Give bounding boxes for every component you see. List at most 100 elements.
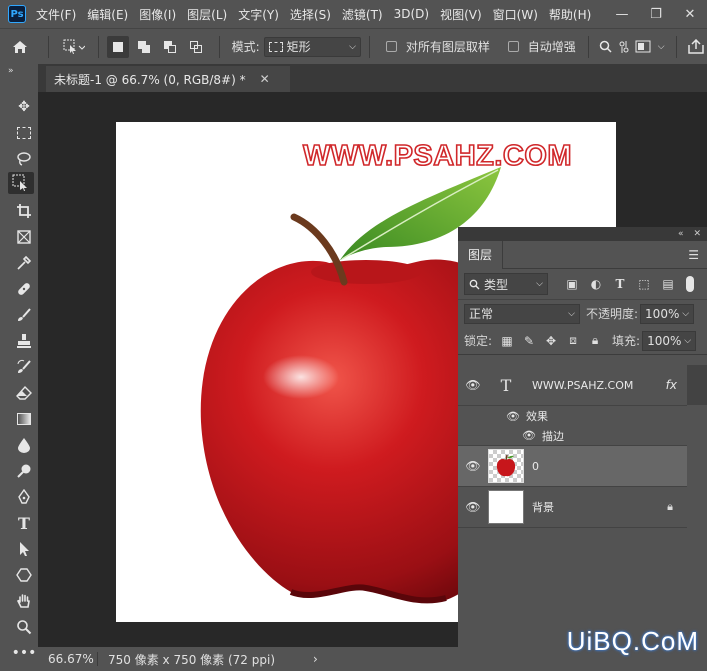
filter-shape-icon[interactable]: ⬚ (632, 277, 656, 291)
layers-tab[interactable]: 图层 (458, 240, 504, 269)
zoom-level[interactable]: 66.67% (38, 652, 98, 666)
layer-effect-stroke-row[interactable]: 👁︎ 描边 (458, 426, 687, 446)
zoom-tool-icon[interactable] (11, 616, 37, 638)
layer-thumbnail (488, 449, 524, 483)
eye-icon[interactable]: 👁︎ (458, 500, 488, 514)
menu-view[interactable]: 视图(V) (440, 6, 482, 23)
menu-select[interactable]: 选择(S) (290, 6, 331, 23)
frame-tool-icon[interactable] (11, 226, 37, 248)
filter-toggle-switch[interactable] (686, 276, 694, 292)
layer-row-image[interactable]: 👁︎ 0 (458, 446, 687, 487)
layer-effects-row[interactable]: 👁︎ 效果 (458, 406, 687, 426)
menu-edit[interactable]: 编辑(E) (87, 6, 128, 23)
close-tab-icon[interactable]: ✕ (260, 72, 270, 86)
layers-scrollbar-track[interactable] (687, 365, 707, 405)
filter-adjustment-icon[interactable]: ◐ (584, 277, 608, 291)
minimize-icon[interactable]: — (605, 7, 639, 22)
menu-help[interactable]: 帮助(H) (549, 6, 591, 23)
dodge-tool-icon[interactable] (11, 460, 37, 482)
panel-menu-icon[interactable]: ☰ (688, 248, 699, 262)
menu-image[interactable]: 图像(I) (139, 6, 176, 23)
layer-row-text[interactable]: 👁︎ T WWW.PSAHZ.COM fx (458, 365, 687, 406)
chevron-right-icon[interactable]: › (313, 652, 318, 666)
corner-site-watermark: UiBQ.CoM (566, 626, 699, 656)
eye-icon[interactable]: 👁︎ (458, 378, 488, 392)
menu-bar: Ps 文件(F) 编辑(E) 图像(I) 图层(L) 文字(Y) 选择(S) 滤… (0, 0, 707, 28)
hand-tool-icon[interactable] (11, 590, 37, 612)
fill-value: 100% (647, 333, 682, 348)
maximize-icon[interactable]: ❐ (639, 7, 673, 22)
blur-tool-icon[interactable] (11, 434, 37, 456)
eye-icon[interactable]: 👁︎ (458, 459, 488, 473)
shape-tool-icon[interactable] (11, 564, 37, 586)
menu-3d[interactable]: 3D(D) (394, 7, 429, 21)
menu-file[interactable]: 文件(F) (36, 6, 76, 23)
opacity-label: 不透明度: (586, 307, 639, 321)
chevron-down-icon: ⌵ (568, 308, 575, 319)
document-tab[interactable]: 未标题-1 @ 66.7% (0, RGB/8#) * ✕ (46, 66, 290, 92)
search-icon[interactable] (597, 40, 615, 53)
sample-all-layers-checkbox[interactable] (385, 41, 397, 52)
lock-label: 锁定: (464, 334, 493, 348)
settings-gear-icon[interactable] (615, 40, 633, 54)
auto-enhance-label: 自动增强 (527, 40, 576, 54)
mode-select[interactable]: 矩形 ⌵ (263, 36, 361, 57)
collapse-panel-icon[interactable]: « (678, 229, 684, 239)
layers-panel: 图层 ☰ 类型 ⌵ ▣ ◐ T ⬚ ▤ 正常 ⌵ 不透明度: 100% ⌵ 锁定… (458, 240, 707, 671)
menu-window[interactable]: 窗口(W) (493, 6, 538, 23)
layer-thumbnail (488, 490, 524, 524)
opacity-field[interactable]: 100% ⌵ (640, 303, 695, 324)
gradient-tool-icon[interactable] (11, 408, 37, 430)
separator (47, 35, 49, 58)
blend-mode-value: 正常 (469, 307, 494, 321)
filter-kind-select[interactable]: 类型 ⌵ (464, 273, 548, 295)
intersect-selection-button[interactable] (185, 36, 207, 58)
stamp-tool-icon[interactable] (11, 330, 37, 352)
close-panel-icon[interactable]: ✕ (693, 229, 701, 239)
pen-tool-icon[interactable] (11, 486, 37, 508)
eyedropper-tool-icon[interactable] (11, 252, 37, 274)
lock-artboard-icon[interactable]: ⧈ (562, 333, 584, 348)
path-selection-tool-icon[interactable] (11, 538, 37, 560)
object-selection-tool-icon[interactable] (8, 172, 34, 194)
move-tool-icon[interactable]: ✥ (11, 96, 37, 118)
type-tool-icon[interactable]: T (11, 512, 37, 534)
eye-icon[interactable]: 👁︎ (522, 429, 536, 442)
filter-type-icon[interactable]: T (608, 277, 632, 291)
auto-enhance-checkbox[interactable] (507, 41, 519, 52)
history-brush-tool-icon[interactable] (11, 356, 37, 378)
menu-type[interactable]: 文字(Y) (238, 6, 279, 23)
healing-brush-tool-icon[interactable] (11, 278, 37, 300)
add-selection-button[interactable] (133, 36, 155, 58)
fill-field[interactable]: 100% ⌵ (642, 330, 697, 351)
brush-tool-icon[interactable] (11, 304, 37, 326)
layer-row-background[interactable]: 👁︎ 背景 🔒︎ (458, 487, 687, 528)
eraser-tool-icon[interactable] (11, 382, 37, 404)
lock-transparent-pixels-icon[interactable]: ▦ (496, 334, 518, 348)
more-tools-icon[interactable]: ••• (11, 642, 37, 664)
crop-tool-icon[interactable] (11, 200, 37, 222)
lock-position-icon[interactable]: ✥ (540, 334, 562, 348)
new-selection-button[interactable] (107, 35, 130, 58)
home-icon[interactable] (0, 40, 40, 54)
marquee-tool-icon[interactable] (11, 122, 37, 144)
chevron-down-icon[interactable]: ⌵ (654, 42, 668, 52)
lasso-tool-icon[interactable] (11, 148, 37, 170)
filter-pixel-icon[interactable]: ▣ (560, 277, 584, 291)
lock-all-icon[interactable]: 🔒︎ (584, 333, 606, 348)
share-icon[interactable] (685, 39, 707, 54)
menu-filter[interactable]: 滤镜(T) (342, 6, 383, 23)
search-icon (469, 279, 480, 289)
close-icon[interactable]: ✕ (673, 7, 707, 22)
eye-icon[interactable]: 👁︎ (506, 410, 520, 423)
filter-smart-object-icon[interactable]: ▤ (656, 277, 680, 291)
expand-toolbar-icon[interactable]: » (8, 66, 14, 76)
object-selection-preset-icon[interactable] (57, 39, 91, 55)
blend-mode-select[interactable]: 正常 ⌵ (464, 303, 580, 324)
lock-image-pixels-icon[interactable]: ✎ (518, 334, 540, 348)
workspace-icon[interactable] (632, 40, 654, 53)
fx-icon[interactable]: fx (666, 378, 677, 392)
layer-name: 0 (532, 459, 539, 473)
subtract-selection-button[interactable] (159, 36, 181, 58)
menu-layer[interactable]: 图层(L) (187, 6, 227, 23)
